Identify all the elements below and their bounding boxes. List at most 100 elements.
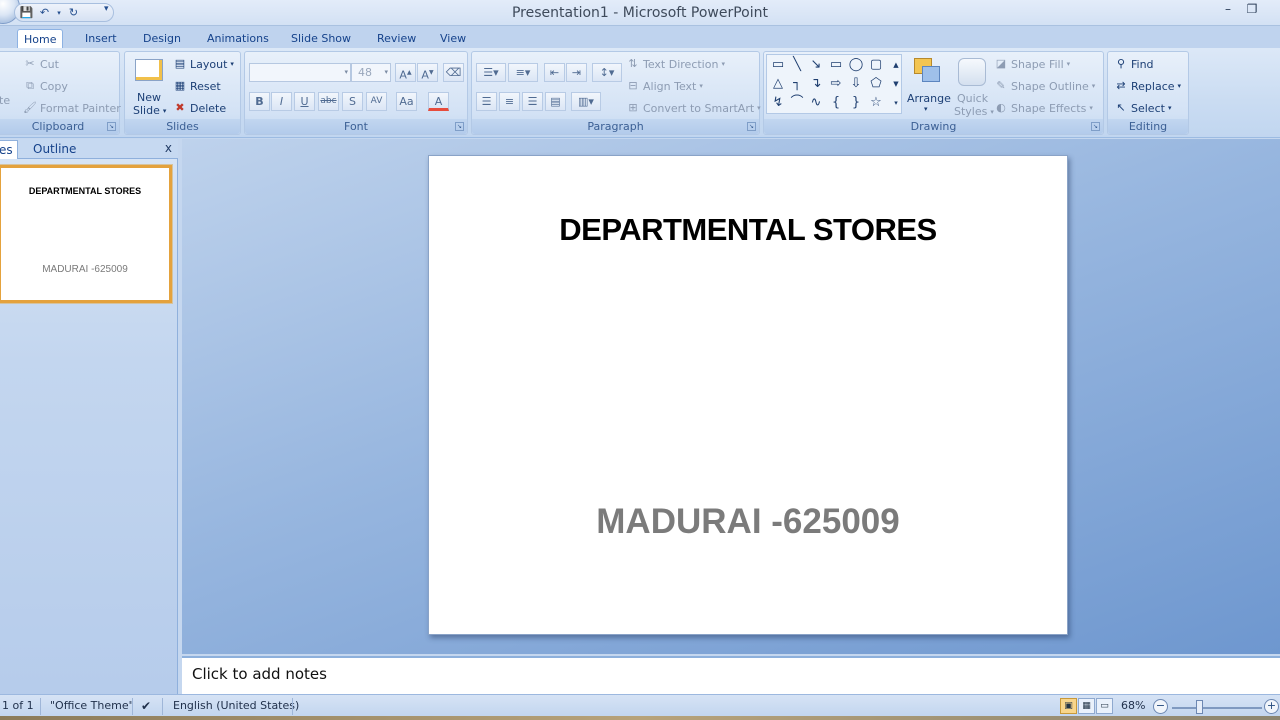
tab-review[interactable]: Review <box>371 29 422 48</box>
align-left-icon[interactable]: ☰ <box>476 92 497 111</box>
clipboard-launcher-icon[interactable]: ↘ <box>107 122 116 131</box>
delete-button[interactable]: ✖ Delete <box>173 101 226 115</box>
triangle-shape-icon[interactable]: △ <box>769 75 787 93</box>
tab-animations[interactable]: Animations <box>201 29 275 48</box>
quick-styles-button[interactable]: Quick Styles ▾ <box>954 54 994 120</box>
columns-icon[interactable]: ▥▾ <box>571 92 601 111</box>
new-slide-button[interactable]: New Slide ▾ <box>129 55 169 117</box>
bullets-icon[interactable]: ☰▾ <box>476 63 506 82</box>
spell-check-icon[interactable]: ✔ <box>141 699 151 713</box>
gallery-up-icon[interactable]: ▲ <box>887 56 905 74</box>
shape-outline-button[interactable]: ✎ Shape Outline ▾ <box>994 79 1095 93</box>
normal-view-icon[interactable]: ▣ <box>1060 698 1077 714</box>
zoom-level[interactable]: 68% <box>1121 699 1145 712</box>
align-right-icon[interactable]: ☰ <box>522 92 543 111</box>
language-indicator[interactable]: English (United States) <box>173 699 299 712</box>
italic-icon[interactable]: I <box>271 92 292 111</box>
underline-icon[interactable]: U <box>294 92 315 111</box>
right-arrow-shape-icon[interactable]: ⇨ <box>827 75 845 93</box>
editing-group: ⚲ Find ⇄ Replace ▾ ↖ Select ▾ Editing <box>1107 51 1189 135</box>
zoom-slider[interactable] <box>1172 707 1262 709</box>
freeform-shape-icon[interactable]: ⬠ <box>867 75 885 93</box>
replace-button[interactable]: ⇄ Replace ▾ <box>1114 79 1181 93</box>
curve-shape-icon[interactable]: ∿ <box>807 94 825 112</box>
select-button[interactable]: ↖ Select ▾ <box>1114 101 1171 115</box>
change-case-icon[interactable]: Aa <box>396 92 417 111</box>
clear-formatting-icon[interactable]: ⌫ <box>443 63 464 82</box>
arrow-line-shape-icon[interactable]: ↘ <box>807 56 825 74</box>
font-launcher-icon[interactable]: ↘ <box>455 122 464 131</box>
elbow-arrow-shape-icon[interactable]: ↴ <box>807 75 825 93</box>
convert-smartart-button[interactable]: ⊞ Convert to SmartArt ▾ <box>626 101 760 115</box>
shape-fill-button[interactable]: ◪ Shape Fill ▾ <box>994 57 1070 71</box>
arc-shape-icon[interactable]: ⌒ <box>788 94 806 112</box>
text-direction-button[interactable]: ⇅ Text Direction ▾ <box>626 57 725 71</box>
tab-design[interactable]: Design <box>137 29 187 48</box>
align-text-button[interactable]: ⊟ Align Text ▾ <box>626 79 702 93</box>
notes-pane[interactable]: Click to add notes <box>182 656 1280 694</box>
slide-sorter-icon[interactable]: ▦ <box>1078 698 1095 714</box>
decrease-indent-icon[interactable]: ⇤ <box>544 63 565 82</box>
tab-slide-show[interactable]: Slide Show <box>285 29 357 48</box>
strikethrough-icon[interactable]: abc <box>318 92 339 111</box>
text-shadow-icon[interactable]: S <box>342 92 363 111</box>
restore-icon[interactable]: ❐ <box>1240 2 1264 20</box>
zoom-in-icon[interactable]: + <box>1264 699 1279 714</box>
paste-button-label[interactable]: te <box>0 94 10 107</box>
zoom-out-icon[interactable]: − <box>1153 699 1168 714</box>
close-icon[interactable]: x <box>165 141 172 155</box>
gallery-down-icon[interactable]: ▼ <box>887 75 905 93</box>
paragraph-launcher-icon[interactable]: ↘ <box>747 122 756 131</box>
gallery-more-icon[interactable]: ▾ <box>887 94 905 112</box>
cut-button[interactable]: ✂ Cut <box>23 57 59 71</box>
scribble-shape-icon[interactable]: ↯ <box>769 94 787 112</box>
left-brace-shape-icon[interactable]: { <box>827 94 845 112</box>
tab-view[interactable]: View <box>434 29 472 48</box>
down-arrow-shape-icon[interactable]: ⇩ <box>847 75 865 93</box>
tab-outline[interactable]: Outline <box>29 140 80 159</box>
right-brace-shape-icon[interactable]: } <box>847 94 865 112</box>
slide-show-icon[interactable]: ▭ <box>1096 698 1113 714</box>
thumbnail-subtitle: MADURAI -625009 <box>42 264 128 275</box>
paragraph-group-label: Paragraph <box>472 119 759 134</box>
rounded-rectangle-shape-icon[interactable]: ▢ <box>867 56 885 74</box>
align-center-icon[interactable]: ≡ <box>499 92 520 111</box>
reset-icon: ▦ <box>174 79 186 92</box>
slide-title[interactable]: DEPARTMENTAL STORES <box>429 212 1067 248</box>
grow-font-icon[interactable]: A▲ <box>395 63 416 82</box>
tab-home[interactable]: Home <box>17 29 64 48</box>
minimize-icon[interactable]: – <box>1216 2 1240 20</box>
slide[interactable]: DEPARTMENTAL STORES MADURAI -625009 <box>428 155 1068 635</box>
shrink-font-icon[interactable]: A▼ <box>417 63 438 82</box>
oval-shape-icon[interactable]: ◯ <box>847 56 865 74</box>
line-shape-icon[interactable]: ╲ <box>788 56 806 74</box>
increase-indent-icon[interactable]: ⇥ <box>566 63 587 82</box>
drawing-launcher-icon[interactable]: ↘ <box>1091 122 1100 131</box>
elbow-connector-shape-icon[interactable]: ┐ <box>788 75 806 93</box>
find-button[interactable]: ⚲ Find <box>1114 57 1154 71</box>
layout-button[interactable]: ▤ Layout ▾ <box>173 57 234 71</box>
justify-icon[interactable]: ▤ <box>545 92 566 111</box>
rectangle-shape-icon[interactable]: ▭ <box>827 56 845 74</box>
text-box-shape-icon[interactable]: ▭ <box>769 56 787 74</box>
font-color-icon[interactable]: A <box>428 92 449 111</box>
tab-slides[interactable]: es <box>0 140 18 159</box>
tab-insert[interactable]: Insert <box>79 29 123 48</box>
font-size-combo[interactable]: 48 ▾ <box>351 63 391 82</box>
font-name-combo[interactable]: ▾ <box>249 63 351 82</box>
arrange-button[interactable]: Arrange ▾ <box>906 54 951 118</box>
slide-thumbnail[interactable]: DEPARTMENTAL STORES MADURAI -625009 <box>0 165 172 303</box>
character-spacing-icon[interactable]: AV <box>366 92 387 111</box>
slides-group: New Slide ▾ ▤ Layout ▾ ▦ Reset ✖ Delete Slide… <box>124 51 241 135</box>
copy-button[interactable]: ⧉ Copy <box>23 79 68 93</box>
reset-button[interactable]: ▦ Reset <box>173 79 221 93</box>
bold-icon[interactable]: B <box>249 92 270 111</box>
shape-effects-button[interactable]: ◐ Shape Effects ▾ <box>994 101 1093 115</box>
line-spacing-icon[interactable]: ↕▾ <box>592 63 622 82</box>
star-shape-icon[interactable]: ☆ <box>867 94 885 112</box>
numbering-icon[interactable]: ≡▾ <box>508 63 538 82</box>
zoom-slider-thumb[interactable] <box>1196 700 1203 714</box>
format-painter-button[interactable]: 🖌 Format Painter <box>23 101 121 115</box>
align-text-icon: ⊟ <box>628 79 638 92</box>
slide-subtitle[interactable]: MADURAI -625009 <box>429 502 1067 542</box>
